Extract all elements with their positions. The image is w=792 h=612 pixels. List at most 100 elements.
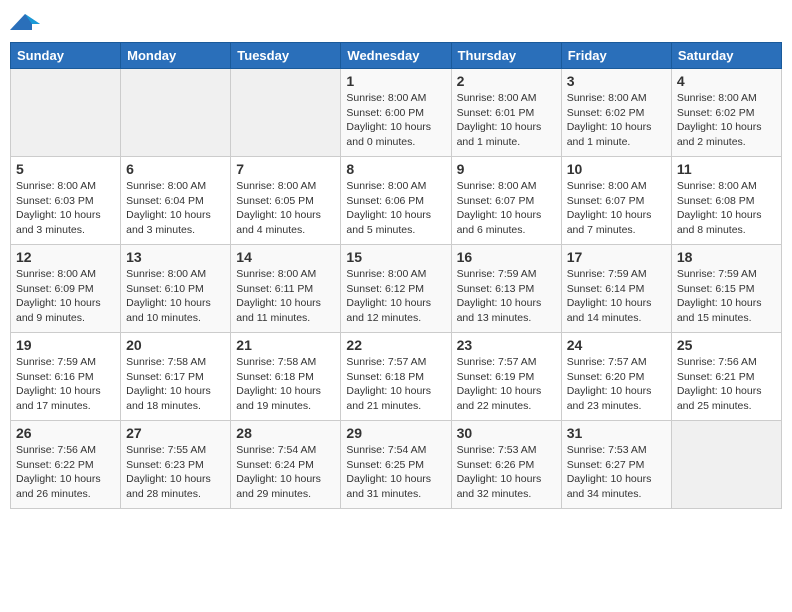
day-info: Sunrise: 7:58 AM Sunset: 6:17 PM Dayligh… <box>126 355 225 414</box>
day-info: Sunrise: 8:00 AM Sunset: 6:11 PM Dayligh… <box>236 267 335 326</box>
logo <box>10 10 44 34</box>
calendar-cell: 1 Sunrise: 8:00 AM Sunset: 6:00 PM Daylig… <box>341 69 451 157</box>
calendar-cell <box>671 421 781 509</box>
day-number: 1 <box>346 73 445 89</box>
weekday-header-sunday: Sunday <box>11 43 121 69</box>
day-number: 13 <box>126 249 225 265</box>
day-info: Sunrise: 7:58 AM Sunset: 6:18 PM Dayligh… <box>236 355 335 414</box>
day-number: 26 <box>16 425 115 441</box>
day-info: Sunrise: 8:00 AM Sunset: 6:12 PM Dayligh… <box>346 267 445 326</box>
day-number: 11 <box>677 161 776 177</box>
day-number: 5 <box>16 161 115 177</box>
day-number: 30 <box>457 425 556 441</box>
calendar-week-row: 19 Sunrise: 7:59 AM Sunset: 6:16 PM Dayli… <box>11 333 782 421</box>
calendar-cell: 6 Sunrise: 8:00 AM Sunset: 6:04 PM Daylig… <box>121 157 231 245</box>
day-number: 6 <box>126 161 225 177</box>
weekday-header-friday: Friday <box>561 43 671 69</box>
calendar-cell: 12Sunrise: 8:00 AM Sunset: 6:09 PM Dayli… <box>11 245 121 333</box>
logo-icon <box>10 10 40 34</box>
calendar-cell <box>121 69 231 157</box>
day-info: Sunrise: 7:54 AM Sunset: 6:25 PM Dayligh… <box>346 443 445 502</box>
day-info: Sunrise: 7:53 AM Sunset: 6:26 PM Dayligh… <box>457 443 556 502</box>
calendar-cell: 19 Sunrise: 7:59 AM Sunset: 6:16 PM Dayli… <box>11 333 121 421</box>
day-number: 12 <box>16 249 115 265</box>
calendar-cell: 30 Sunrise: 7:53 AM Sunset: 6:26 PM Dayli… <box>451 421 561 509</box>
day-info: Sunrise: 7:56 AM Sunset: 6:21 PM Dayligh… <box>677 355 776 414</box>
day-info: Sunrise: 7:53 AM Sunset: 6:27 PM Dayligh… <box>567 443 666 502</box>
calendar-week-row: 26Sunrise: 7:56 AM Sunset: 6:22 PM Dayli… <box>11 421 782 509</box>
calendar-cell: 5 Sunrise: 8:00 AM Sunset: 6:03 PM Daylig… <box>11 157 121 245</box>
day-number: 27 <box>126 425 225 441</box>
day-number: 25 <box>677 337 776 353</box>
day-number: 10 <box>567 161 666 177</box>
day-number: 15 <box>346 249 445 265</box>
header-area <box>10 10 782 34</box>
day-number: 9 <box>457 161 556 177</box>
weekday-header-thursday: Thursday <box>451 43 561 69</box>
day-number: 4 <box>677 73 776 89</box>
day-number: 31 <box>567 425 666 441</box>
weekday-header-saturday: Saturday <box>671 43 781 69</box>
day-info: Sunrise: 7:57 AM Sunset: 6:18 PM Dayligh… <box>346 355 445 414</box>
weekday-header-row: SundayMondayTuesdayWednesdayThursdayFrid… <box>11 43 782 69</box>
calendar-cell: 9Sunrise: 8:00 AM Sunset: 6:07 PM Daylig… <box>451 157 561 245</box>
calendar-cell: 10Sunrise: 8:00 AM Sunset: 6:07 PM Dayli… <box>561 157 671 245</box>
calendar-cell: 17Sunrise: 7:59 AM Sunset: 6:14 PM Dayli… <box>561 245 671 333</box>
day-info: Sunrise: 7:57 AM Sunset: 6:19 PM Dayligh… <box>457 355 556 414</box>
day-number: 22 <box>346 337 445 353</box>
calendar-week-row: 5 Sunrise: 8:00 AM Sunset: 6:03 PM Daylig… <box>11 157 782 245</box>
calendar-cell: 28Sunrise: 7:54 AM Sunset: 6:24 PM Dayli… <box>231 421 341 509</box>
day-number: 23 <box>457 337 556 353</box>
day-number: 20 <box>126 337 225 353</box>
calendar-cell: 3 Sunrise: 8:00 AM Sunset: 6:02 PM Daylig… <box>561 69 671 157</box>
day-info: Sunrise: 7:59 AM Sunset: 6:13 PM Dayligh… <box>457 267 556 326</box>
calendar-cell: 13Sunrise: 8:00 AM Sunset: 6:10 PM Dayli… <box>121 245 231 333</box>
calendar-cell: 18 Sunrise: 7:59 AM Sunset: 6:15 PM Dayli… <box>671 245 781 333</box>
day-number: 16 <box>457 249 556 265</box>
day-number: 3 <box>567 73 666 89</box>
day-info: Sunrise: 7:57 AM Sunset: 6:20 PM Dayligh… <box>567 355 666 414</box>
calendar-week-row: 12Sunrise: 8:00 AM Sunset: 6:09 PM Dayli… <box>11 245 782 333</box>
calendar-cell: 21 Sunrise: 7:58 AM Sunset: 6:18 PM Dayli… <box>231 333 341 421</box>
day-info: Sunrise: 8:00 AM Sunset: 6:04 PM Dayligh… <box>126 179 225 238</box>
calendar-cell <box>231 69 341 157</box>
day-info: Sunrise: 8:00 AM Sunset: 6:06 PM Dayligh… <box>346 179 445 238</box>
calendar-cell: 7 Sunrise: 8:00 AM Sunset: 6:05 PM Daylig… <box>231 157 341 245</box>
weekday-header-monday: Monday <box>121 43 231 69</box>
calendar-cell: 4 Sunrise: 8:00 AM Sunset: 6:02 PM Daylig… <box>671 69 781 157</box>
calendar-cell: 27 Sunrise: 7:55 AM Sunset: 6:23 PM Dayli… <box>121 421 231 509</box>
day-info: Sunrise: 7:59 AM Sunset: 6:15 PM Dayligh… <box>677 267 776 326</box>
calendar-cell: 29Sunrise: 7:54 AM Sunset: 6:25 PM Dayli… <box>341 421 451 509</box>
day-info: Sunrise: 8:00 AM Sunset: 6:01 PM Dayligh… <box>457 91 556 150</box>
day-info: Sunrise: 8:00 AM Sunset: 6:02 PM Dayligh… <box>677 91 776 150</box>
day-info: Sunrise: 8:00 AM Sunset: 6:00 PM Dayligh… <box>346 91 445 150</box>
calendar-cell: 23 Sunrise: 7:57 AM Sunset: 6:19 PM Dayli… <box>451 333 561 421</box>
day-number: 18 <box>677 249 776 265</box>
calendar-cell: 20 Sunrise: 7:58 AM Sunset: 6:17 PM Dayli… <box>121 333 231 421</box>
day-number: 24 <box>567 337 666 353</box>
day-info: Sunrise: 7:59 AM Sunset: 6:16 PM Dayligh… <box>16 355 115 414</box>
calendar-week-row: 1 Sunrise: 8:00 AM Sunset: 6:00 PM Daylig… <box>11 69 782 157</box>
calendar-cell: 31 Sunrise: 7:53 AM Sunset: 6:27 PM Dayli… <box>561 421 671 509</box>
calendar-cell: 25 Sunrise: 7:56 AM Sunset: 6:21 PM Dayli… <box>671 333 781 421</box>
calendar-cell: 26Sunrise: 7:56 AM Sunset: 6:22 PM Dayli… <box>11 421 121 509</box>
calendar-cell: 8Sunrise: 8:00 AM Sunset: 6:06 PM Daylig… <box>341 157 451 245</box>
calendar-cell: 11 Sunrise: 8:00 AM Sunset: 6:08 PM Dayli… <box>671 157 781 245</box>
day-info: Sunrise: 8:00 AM Sunset: 6:03 PM Dayligh… <box>16 179 115 238</box>
weekday-header-tuesday: Tuesday <box>231 43 341 69</box>
calendar-cell: 24 Sunrise: 7:57 AM Sunset: 6:20 PM Dayli… <box>561 333 671 421</box>
day-info: Sunrise: 8:00 AM Sunset: 6:08 PM Dayligh… <box>677 179 776 238</box>
calendar-cell: 22 Sunrise: 7:57 AM Sunset: 6:18 PM Dayli… <box>341 333 451 421</box>
day-number: 21 <box>236 337 335 353</box>
calendar-table: SundayMondayTuesdayWednesdayThursdayFrid… <box>10 42 782 509</box>
calendar-cell: 16 Sunrise: 7:59 AM Sunset: 6:13 PM Dayli… <box>451 245 561 333</box>
day-number: 19 <box>16 337 115 353</box>
day-info: Sunrise: 7:59 AM Sunset: 6:14 PM Dayligh… <box>567 267 666 326</box>
day-info: Sunrise: 7:54 AM Sunset: 6:24 PM Dayligh… <box>236 443 335 502</box>
weekday-header-wednesday: Wednesday <box>341 43 451 69</box>
day-number: 7 <box>236 161 335 177</box>
day-info: Sunrise: 8:00 AM Sunset: 6:05 PM Dayligh… <box>236 179 335 238</box>
day-info: Sunrise: 7:55 AM Sunset: 6:23 PM Dayligh… <box>126 443 225 502</box>
calendar-cell: 2Sunrise: 8:00 AM Sunset: 6:01 PM Daylig… <box>451 69 561 157</box>
day-info: Sunrise: 8:00 AM Sunset: 6:02 PM Dayligh… <box>567 91 666 150</box>
